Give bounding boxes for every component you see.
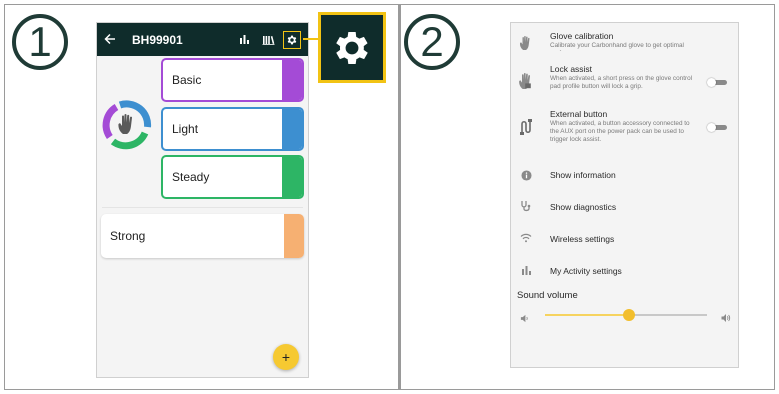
gear-icon[interactable] bbox=[283, 30, 301, 49]
setting-show-diagnostics[interactable]: Show diagnostics bbox=[511, 196, 738, 216]
bar-chart-icon[interactable] bbox=[235, 31, 253, 49]
setting-title: External button bbox=[550, 109, 608, 119]
profile-label: Strong bbox=[110, 229, 146, 243]
add-profile-button[interactable]: + bbox=[273, 344, 299, 370]
panel-divider bbox=[398, 4, 401, 390]
setting-title: Wireless settings bbox=[550, 234, 615, 244]
setting-title: Lock assist bbox=[550, 64, 593, 74]
volume-slider[interactable] bbox=[545, 309, 707, 321]
hand-icon bbox=[517, 34, 535, 52]
section-divider bbox=[102, 207, 303, 208]
volume-slider-fill bbox=[545, 314, 630, 316]
step-two-marker: 2 bbox=[404, 14, 460, 70]
hand-lock-icon bbox=[517, 72, 535, 90]
wifi-icon bbox=[517, 229, 535, 247]
setting-activity[interactable]: My Activity settings bbox=[511, 260, 738, 280]
callout-connector bbox=[303, 38, 319, 40]
setting-description: Calibrate your Carbonhand glove to get o… bbox=[550, 42, 684, 51]
profile-color-tab bbox=[284, 214, 304, 258]
gear-icon bbox=[336, 31, 368, 64]
step-one-number: 1 bbox=[28, 18, 52, 65]
profile-card-basic[interactable]: Basic bbox=[161, 58, 304, 102]
setting-description: When activated, a short press on the glo… bbox=[550, 75, 693, 90]
plus-icon: + bbox=[281, 349, 291, 365]
step-one-marker: 1 bbox=[12, 14, 68, 70]
setting-lock-assist[interactable]: Lock assist When activated, a short pres… bbox=[511, 63, 738, 103]
setting-glove-calibration[interactable]: Glove calibration Calibrate your Carbonh… bbox=[511, 28, 738, 58]
setting-title: Glove calibration bbox=[550, 31, 614, 41]
hand-icon bbox=[118, 113, 133, 134]
info-icon bbox=[517, 166, 535, 184]
setting-wireless[interactable]: Wireless settings bbox=[511, 228, 738, 248]
lock-assist-toggle[interactable] bbox=[707, 78, 728, 87]
stethoscope-icon bbox=[517, 197, 535, 215]
cable-icon bbox=[517, 118, 535, 136]
sound-volume-control bbox=[511, 306, 738, 324]
setting-title: Show diagnostics bbox=[550, 202, 617, 212]
profile-label: Steady bbox=[172, 170, 210, 184]
setting-external-button[interactable]: External button When activated, a button… bbox=[511, 108, 738, 158]
volume-high-icon bbox=[721, 310, 731, 328]
profile-color-tab bbox=[282, 109, 302, 149]
profile-label: Basic bbox=[172, 73, 202, 87]
setting-title: My Activity settings bbox=[550, 266, 622, 276]
library-icon[interactable] bbox=[259, 31, 277, 49]
setting-description: When activated, a button accessory conne… bbox=[550, 120, 690, 143]
profile-card-strong[interactable]: Strong bbox=[101, 214, 304, 258]
setting-title: Show information bbox=[550, 170, 616, 180]
volume-low-icon bbox=[520, 310, 529, 328]
step-two-number: 2 bbox=[420, 18, 444, 65]
gear-callout bbox=[318, 12, 386, 83]
profile-card-steady[interactable]: Steady bbox=[161, 155, 304, 199]
profiles-screen: BH99901 Basic Light Steady Strong + bbox=[96, 22, 309, 378]
external-button-toggle[interactable] bbox=[707, 123, 728, 132]
profile-color-tab bbox=[282, 60, 302, 100]
setting-show-information[interactable]: Show information bbox=[511, 165, 738, 185]
bar-chart-icon bbox=[517, 261, 535, 279]
sound-volume-label: Sound volume bbox=[517, 290, 578, 301]
device-id: BH99901 bbox=[132, 32, 183, 47]
profile-label: Light bbox=[172, 122, 199, 136]
profile-wheel bbox=[101, 99, 153, 151]
app-bar: BH99901 bbox=[97, 23, 308, 56]
profile-color-tab bbox=[282, 157, 302, 197]
settings-screen: Glove calibration Calibrate your Carbonh… bbox=[510, 22, 739, 368]
arrow-left-icon[interactable] bbox=[104, 32, 124, 48]
profile-card-light[interactable]: Light bbox=[161, 107, 304, 151]
volume-slider-thumb[interactable] bbox=[623, 309, 636, 321]
